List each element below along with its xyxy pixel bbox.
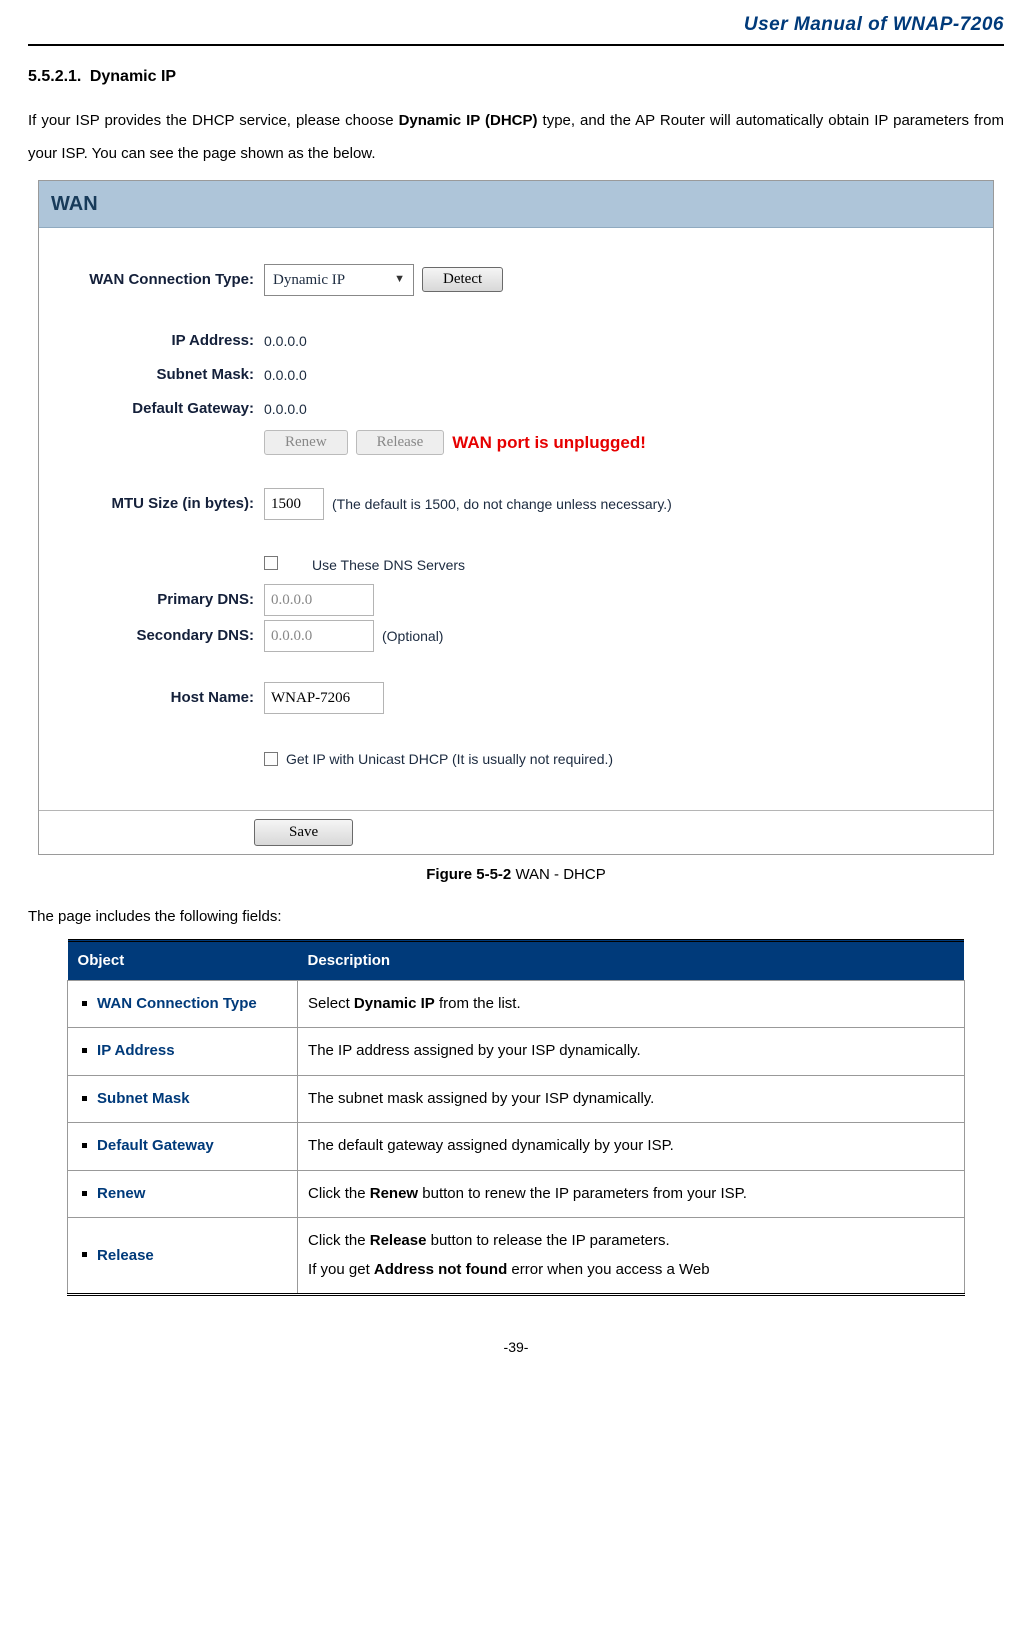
- table-row: Release Click the Release button to rele…: [68, 1218, 965, 1295]
- fields-intro: The page includes the following fields:: [28, 905, 1004, 929]
- mtu-input[interactable]: 1500: [264, 488, 324, 520]
- value-mask: 0.0.0.0: [264, 364, 973, 386]
- row-secondary-dns: Secondary DNS: 0.0.0.0 (Optional): [59, 620, 973, 652]
- obj-name: IP Address: [97, 1042, 175, 1059]
- obj-desc: The IP address assigned by your ISP dyna…: [298, 1028, 965, 1076]
- fields-table: Object Description WAN Connection Type S…: [67, 939, 965, 1297]
- figure-text: WAN - DHCP: [511, 866, 605, 883]
- obj-name: Default Gateway: [97, 1137, 214, 1154]
- secondary-dns-input[interactable]: 0.0.0.0: [264, 620, 374, 652]
- value-ip: 0.0.0.0: [264, 330, 973, 352]
- label-mask: Subnet Mask:: [59, 363, 264, 387]
- figure-label: Figure 5-5-2: [426, 866, 511, 883]
- save-button[interactable]: Save: [254, 819, 353, 846]
- row-mask: Subnet Mask: 0.0.0.0: [59, 360, 973, 390]
- section-heading: 5.5.2.1. Dynamic IP: [28, 64, 1004, 90]
- table-row: Default Gateway The default gateway assi…: [68, 1123, 965, 1171]
- obj-desc: Select Dynamic IP from the list.: [298, 980, 965, 1028]
- obj-name: Renew: [97, 1185, 145, 1202]
- conn-type-value: Dynamic IP: [273, 268, 345, 292]
- secondary-dns-note: (Optional): [382, 625, 443, 647]
- chevron-down-icon: ▼: [394, 271, 405, 289]
- wan-panel-title: WAN: [39, 181, 993, 228]
- label-gateway: Default Gateway:: [59, 397, 264, 421]
- bullet-icon: [82, 1191, 87, 1196]
- obj-desc: The default gateway assigned dynamically…: [298, 1123, 965, 1171]
- use-dns-checkbox[interactable]: [264, 556, 278, 570]
- row-unicast: Get IP with Unicast DHCP (It is usually …: [59, 744, 973, 774]
- renew-button[interactable]: Renew: [264, 430, 348, 455]
- bullet-icon: [82, 1048, 87, 1053]
- obj-name: WAN Connection Type: [97, 995, 257, 1012]
- doc-title: User Manual of WNAP-7206: [28, 10, 1004, 40]
- section-title: Dynamic IP: [90, 68, 176, 85]
- row-host: Host Name: WNAP-7206: [59, 682, 973, 714]
- section-number: 5.5.2.1.: [28, 68, 81, 85]
- row-dns-use: Use These DNS Servers: [59, 550, 973, 580]
- obj-name: Release: [97, 1247, 154, 1264]
- intro-bold: Dynamic IP (DHCP): [399, 112, 538, 129]
- row-ip: IP Address: 0.0.0.0: [59, 326, 973, 356]
- figure-caption: Figure 5-5-2 WAN - DHCP: [28, 863, 1004, 887]
- wan-footer: Save: [39, 810, 993, 854]
- use-dns-label: Use These DNS Servers: [312, 554, 465, 576]
- bullet-icon: [82, 1001, 87, 1006]
- label-ip: IP Address:: [59, 329, 264, 353]
- bullet-icon: [82, 1096, 87, 1101]
- bullet-icon: [82, 1143, 87, 1148]
- label-primary-dns: Primary DNS:: [59, 588, 264, 612]
- obj-name: Subnet Mask: [97, 1090, 190, 1107]
- row-mtu: MTU Size (in bytes): 1500 (The default i…: [59, 488, 973, 520]
- label-conn-type: WAN Connection Type:: [59, 268, 264, 292]
- table-row: Renew Click the Renew button to renew th…: [68, 1170, 965, 1218]
- table-row: IP Address The IP address assigned by yo…: [68, 1028, 965, 1076]
- label-mtu: MTU Size (in bytes):: [59, 492, 264, 516]
- unicast-label: Get IP with Unicast DHCP (It is usually …: [286, 748, 613, 770]
- page-number: -39-: [28, 1336, 1004, 1358]
- row-gateway: Default Gateway: 0.0.0.0: [59, 394, 973, 424]
- unicast-checkbox[interactable]: [264, 752, 278, 766]
- detect-button[interactable]: Detect: [422, 267, 503, 292]
- mtu-note: (The default is 1500, do not change unle…: [332, 493, 672, 515]
- row-conn-type: WAN Connection Type: Dynamic IP ▼ Detect: [59, 264, 973, 296]
- obj-desc: Click the Renew button to renew the IP p…: [298, 1170, 965, 1218]
- table-row: Subnet Mask The subnet mask assigned by …: [68, 1075, 965, 1123]
- th-description: Description: [298, 940, 965, 980]
- th-object: Object: [68, 940, 298, 980]
- wan-panel-body: WAN Connection Type: Dynamic IP ▼ Detect…: [39, 228, 993, 810]
- wan-panel: WAN WAN Connection Type: Dynamic IP ▼ De…: [38, 180, 994, 855]
- row-renew-release: Renew Release WAN port is unplugged!: [59, 428, 973, 458]
- intro-paragraph: If your ISP provides the DHCP service, p…: [28, 104, 1004, 170]
- intro-pre: If your ISP provides the DHCP service, p…: [28, 112, 399, 129]
- host-input[interactable]: WNAP-7206: [264, 682, 384, 714]
- wan-unplugged-warning: WAN port is unplugged!: [452, 429, 646, 456]
- primary-dns-input[interactable]: 0.0.0.0: [264, 584, 374, 616]
- bullet-icon: [82, 1252, 87, 1257]
- label-host: Host Name:: [59, 686, 264, 710]
- obj-desc: Click the Release button to release the …: [298, 1218, 965, 1295]
- table-row: WAN Connection Type Select Dynamic IP fr…: [68, 980, 965, 1028]
- header-divider: [28, 44, 1004, 46]
- label-secondary-dns: Secondary DNS:: [59, 624, 264, 648]
- row-primary-dns: Primary DNS: 0.0.0.0: [59, 584, 973, 616]
- obj-desc: The subnet mask assigned by your ISP dyn…: [298, 1075, 965, 1123]
- conn-type-select[interactable]: Dynamic IP ▼: [264, 264, 414, 296]
- value-gateway: 0.0.0.0: [264, 398, 973, 420]
- release-button[interactable]: Release: [356, 430, 445, 455]
